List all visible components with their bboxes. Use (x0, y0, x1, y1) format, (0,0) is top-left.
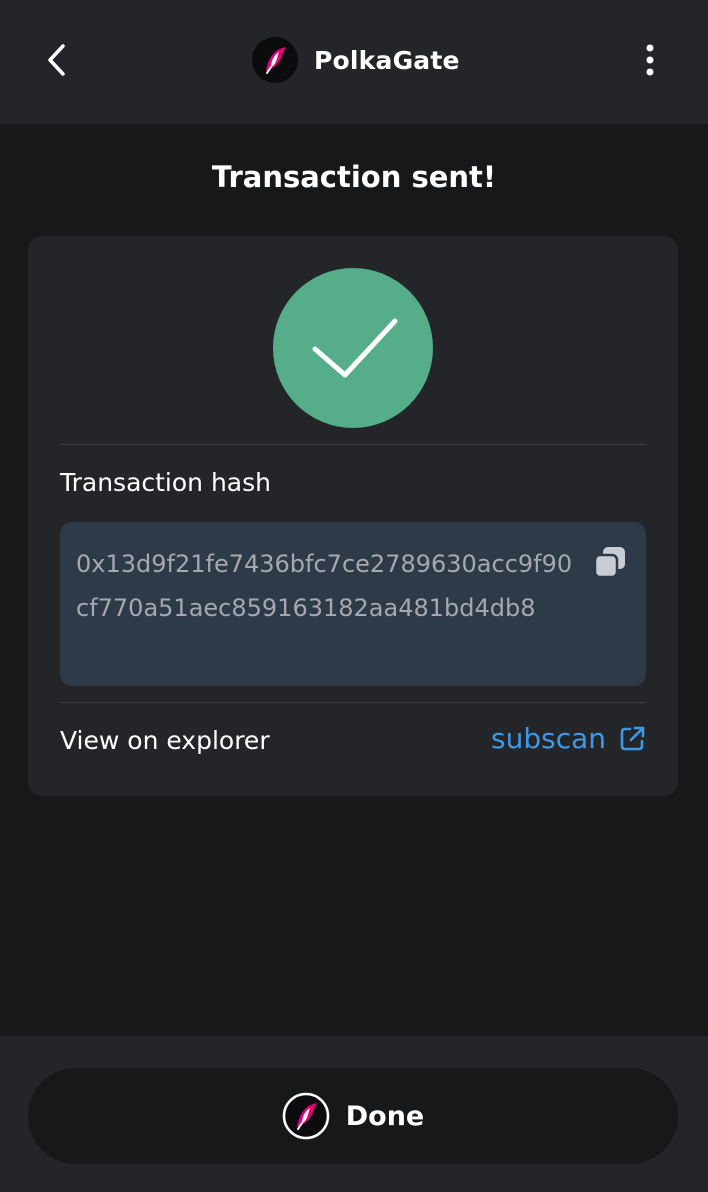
checkmark-icon (312, 318, 398, 378)
more-options-button[interactable] (630, 38, 670, 82)
more-vertical-icon (646, 44, 654, 76)
copy-icon (593, 547, 625, 579)
app-title: PolkaGate (314, 45, 460, 75)
footer-bar: Done (0, 1036, 708, 1192)
external-link-icon (620, 726, 645, 750)
divider (60, 702, 646, 703)
success-indicator (273, 268, 433, 428)
chevron-left-icon (48, 44, 65, 76)
subscan-link-label: subscan (491, 722, 606, 755)
transaction-hash-label: Transaction hash (60, 468, 271, 497)
transaction-card: Transaction hash 0x13d9f21fe7436bfc7ce27… (28, 236, 678, 796)
view-on-explorer-label: View on explorer (60, 726, 270, 755)
subscan-link[interactable]: subscan (491, 722, 646, 755)
polkagate-logo-icon (282, 1092, 329, 1140)
polkagate-logo-icon (252, 37, 298, 83)
transaction-sent-screen: PolkaGate Transaction sent! Transaction … (0, 0, 708, 1192)
done-button[interactable]: Done (28, 1068, 678, 1164)
back-button[interactable] (36, 38, 76, 82)
brand: PolkaGate (252, 36, 460, 84)
transaction-hash-box: 0x13d9f21fe7436bfc7ce2789630acc9f90cf770… (60, 522, 646, 686)
copy-hash-button[interactable] (592, 544, 628, 580)
transaction-hash-value: 0x13d9f21fe7436bfc7ce2789630acc9f90cf770… (76, 550, 573, 622)
page-title: Transaction sent! (211, 160, 497, 194)
done-button-label: Done (345, 1100, 425, 1132)
app-header: PolkaGate (0, 0, 708, 124)
divider (60, 444, 646, 445)
